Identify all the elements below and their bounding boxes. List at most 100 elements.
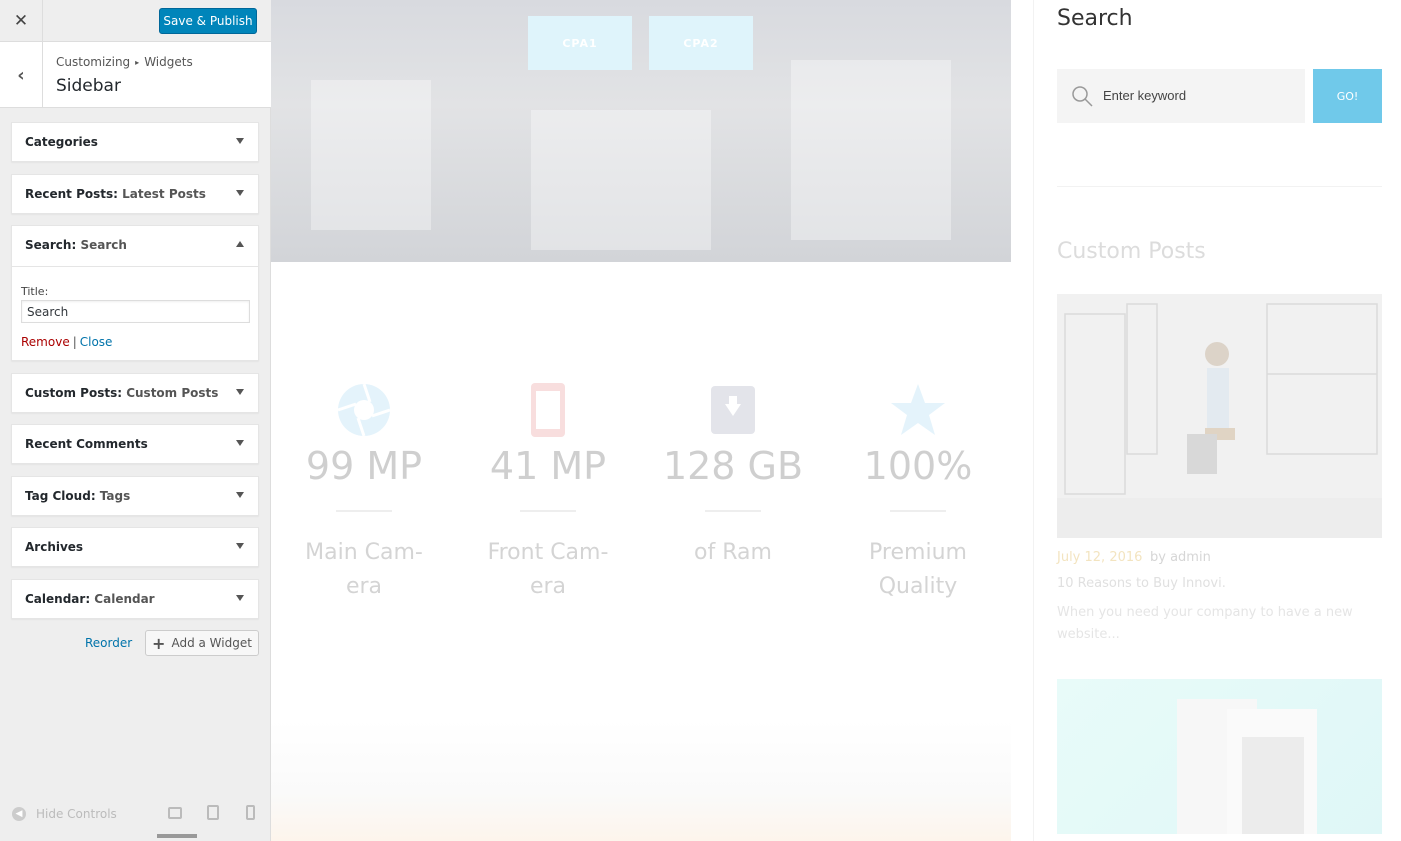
widget-name: Archives	[25, 540, 84, 554]
breadcrumb-root: Customizing	[56, 55, 131, 69]
widget-search[interactable]: Search: Search Title: Remove|Close	[11, 225, 259, 361]
hero-building-shape	[311, 80, 431, 230]
close-icon[interactable]: ✕	[0, 0, 43, 42]
search-icon	[1072, 86, 1093, 107]
stat-divider	[705, 510, 761, 512]
widget-subtitle: Tags	[99, 489, 131, 503]
post-thumbnail-2[interactable]	[1057, 679, 1382, 834]
expand-arrow-icon[interactable]	[236, 492, 244, 498]
widget-name: Custom Posts	[25, 386, 118, 400]
widget-subtitle: Latest Posts	[122, 187, 206, 201]
custom-posts-title: Custom Posts	[1057, 239, 1206, 264]
active-device-indicator	[157, 834, 197, 838]
tablet-preview-icon[interactable]	[207, 805, 219, 820]
mobile-preview-icon[interactable]	[246, 805, 255, 820]
link-separator: |	[72, 335, 77, 349]
stat-value: 128 GB	[662, 444, 804, 488]
widget-title: Custom Posts: Custom Posts	[25, 386, 219, 400]
widget-subtitle: Calendar	[94, 592, 155, 606]
post-thumbnail[interactable]	[1057, 294, 1382, 538]
widget-form: Title: Remove|Close	[12, 266, 258, 361]
widget-recent-posts[interactable]: Recent Posts: Latest Posts	[11, 174, 259, 214]
save-publish-button[interactable]: Save & Publish	[159, 8, 257, 34]
search-go-button[interactable]: GO!	[1313, 69, 1382, 123]
customizer-panel: ✕ Save & Publish ‹ Customizing ▸ Widgets S…	[0, 0, 271, 841]
widget-categories[interactable]: Categories	[11, 122, 259, 162]
collapse-arrow-icon[interactable]	[236, 241, 244, 247]
hero-building-shape	[531, 110, 711, 250]
stat-ram: 128 GB of Ram	[658, 380, 808, 570]
expand-arrow-icon[interactable]	[236, 190, 244, 196]
post-author: by admin	[1150, 550, 1211, 565]
stat-divider	[336, 510, 392, 512]
widget-tag-cloud[interactable]: Tag Cloud: Tags	[11, 476, 259, 516]
desktop-preview-icon[interactable]	[168, 807, 182, 819]
widget-name: Search	[25, 238, 72, 252]
expand-arrow-icon[interactable]	[236, 543, 244, 549]
title-label: Title:	[21, 285, 49, 298]
customizer-footer: ◀ Hide Controls	[0, 792, 271, 841]
post-thumbnail-illustration	[1057, 294, 1382, 538]
stat-front-camera: 41 MP Front Cam-era	[473, 380, 623, 604]
widget-name: Categories	[25, 135, 98, 149]
sidebar-search-input[interactable]: Enter keyword	[1057, 69, 1305, 123]
customizer-header-actions: ✕ Save & Publish	[0, 0, 271, 42]
expand-arrow-icon[interactable]	[236, 440, 244, 446]
widget-archives[interactable]: Archives	[11, 527, 259, 567]
preview-bottom-section	[271, 720, 1011, 841]
add-widget-button[interactable]: + Add a Widget	[145, 630, 259, 656]
stat-desc: Front Cam-era	[487, 540, 609, 599]
stat-desc: Premium Quality	[869, 540, 967, 599]
widget-title: Search: Search	[25, 238, 127, 252]
stat-divider	[520, 510, 576, 512]
expand-arrow-icon[interactable]	[236, 138, 244, 144]
remove-link[interactable]: Remove	[21, 335, 70, 349]
post-title[interactable]: 10 Reasons to Buy Innovi.	[1057, 576, 1226, 591]
preview-sidebar: Search Enter keyword GO! Custom Posts Ju…	[1033, 0, 1401, 841]
plus-icon: +	[152, 633, 166, 653]
stat-main-camera: 99 MP Main Cam-era	[289, 380, 439, 604]
close-link[interactable]: Close	[80, 335, 113, 349]
stat-desc: Main Cam-era	[305, 540, 423, 599]
widget-calendar[interactable]: Calendar: Calendar	[11, 579, 259, 619]
stat-value: 41 MP	[489, 444, 607, 488]
hero-image: CPA1 CPA2	[271, 0, 1011, 262]
widget-title: Archives	[25, 540, 83, 554]
breadcrumb-separator-icon: ▸	[135, 58, 140, 67]
stat-value: 99 MP	[305, 444, 423, 488]
widget-custom-posts[interactable]: Custom Posts: Custom Posts	[11, 373, 259, 413]
star-icon	[891, 384, 945, 435]
post-thumbnail-2-illustration	[1177, 699, 1317, 834]
stat-value: 100%	[863, 444, 973, 488]
cpa1-button[interactable]: CPA1	[528, 16, 632, 70]
add-widget-label: Add a Widget	[171, 636, 252, 650]
section-title: Sidebar	[56, 76, 121, 96]
widget-recent-comments[interactable]: Recent Comments	[11, 424, 259, 464]
phone-icon	[531, 383, 565, 437]
title-input[interactable]	[21, 300, 250, 323]
aperture-icon	[337, 383, 391, 437]
sidebar-divider	[1057, 186, 1382, 187]
post-excerpt: When you need your company to have a new…	[1057, 605, 1353, 642]
section-header: ‹ Customizing ▸ Widgets Sidebar	[0, 42, 271, 108]
back-arrow-icon[interactable]: ‹	[0, 42, 43, 108]
expand-arrow-icon[interactable]	[236, 389, 244, 395]
widget-subtitle: Custom Posts	[126, 386, 219, 400]
stat-divider	[890, 510, 946, 512]
widget-title: Calendar: Calendar	[25, 592, 155, 606]
post-date[interactable]: July 12, 2016	[1057, 550, 1142, 565]
widget-subtitle: Search	[80, 238, 127, 252]
widget-name: Recent Posts	[25, 187, 114, 201]
widget-title: Categories	[25, 135, 98, 149]
reorder-link[interactable]: Reorder	[85, 636, 132, 650]
widget-actions: Remove | Close	[21, 335, 112, 349]
widget-title: Recent Posts: Latest Posts	[25, 187, 206, 201]
widget-title: Tag Cloud: Tags	[25, 489, 131, 503]
expand-arrow-icon[interactable]	[236, 595, 244, 601]
hide-controls-button[interactable]: ◀ Hide Controls	[12, 807, 117, 821]
breadcrumb: Customizing ▸ Widgets	[56, 55, 193, 69]
sidebar-search-title: Search	[1057, 6, 1133, 31]
widget-name: Calendar	[25, 592, 86, 606]
cpa2-button[interactable]: CPA2	[649, 16, 753, 70]
search-placeholder: Enter keyword	[1103, 88, 1187, 103]
